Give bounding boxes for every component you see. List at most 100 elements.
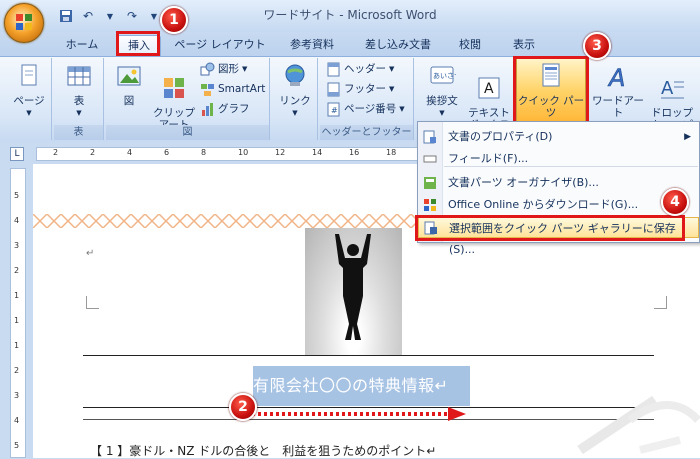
menu-item-office-online[interactable]: Office Online からダウンロード(G)... [418,194,699,216]
page-number-icon: # [326,102,341,117]
ruler-tick-label: 2 [90,148,96,157]
header-footer-group-label: ヘッダーとフッター [320,125,413,140]
links-label: リンク [279,95,311,107]
chart-label: グラフ [218,103,250,115]
undo-icon[interactable]: ↶ [80,8,96,24]
svg-text:A: A [607,64,625,90]
ruler-tick-label: 8 [201,148,207,157]
tab-review[interactable]: 校閲 [450,35,490,57]
chevron-down-icon: ▼ [389,65,395,73]
tab-references[interactable]: 参考資料 [280,35,344,57]
footer-button[interactable]: フッター ▼ [326,80,394,98]
shapes-label: 図形 [218,63,239,75]
ruler-tick-label: 5 [14,191,20,200]
dropdown-icon[interactable]: ▼ [102,8,118,24]
footer-label: フッター [344,83,386,95]
tab-mailings[interactable]: 差し込み文書 [356,35,440,57]
table-button[interactable]: 表 ▼ [58,62,100,119]
selected-heading-text[interactable]: 有限会社〇〇の特典情報↵ [253,372,470,396]
tables-group-label: 表 [54,125,103,140]
selection-arrow-icon [252,407,466,421]
page-icon [21,64,37,86]
margin-corner-mark [86,296,99,309]
ruler-tick-label: 2 [14,266,20,275]
header-footer-group: ヘッダー ▼ フッター ▼ # ページ番号 ▼ ヘッダーとフッター [320,58,414,140]
step-badge-2: 2 [229,393,257,421]
ruler-tick-label: 3 [14,241,20,250]
save-icon[interactable] [58,8,74,24]
tab-page-layout[interactable]: ページ レイアウト [172,35,268,57]
chevron-down-icon: ▼ [242,65,248,73]
menu-item-building-blocks-organizer[interactable]: 文書パーツ オーガナイザ(B)... [418,172,699,194]
smartart-icon [200,82,215,97]
greeting-label: 挨拶文 [426,95,458,107]
step-badge-1: 1 [160,6,188,34]
chart-button[interactable]: グラフ [200,100,250,118]
ruler-tick-label: 1 [14,341,20,350]
building-blocks-icon [423,176,437,190]
svg-text:#: # [331,106,338,115]
ruler-tick-label: 3 [14,391,20,400]
svg-text:あいさつ: あいさつ [433,72,456,80]
submenu-arrow-icon: ▶ [684,132,691,142]
smartart-label: SmartArt [218,83,266,95]
ruler-tick-label: 10 [238,148,249,157]
clipart-icon [164,78,184,98]
textbox-icon: A [478,77,500,99]
field-icon [423,152,437,166]
links-button[interactable]: リンク ▼ [274,62,316,119]
ruler-tick-label: 1 [14,316,20,325]
ruler-tick-label: 12 [275,148,286,157]
step-badge-3: 3 [583,32,611,60]
pages-button[interactable]: ページ ▼ [8,62,50,119]
quickparts-highlight [513,56,589,126]
tab-selector[interactable]: L [10,147,24,161]
footer-icon [326,82,341,97]
watermark-swirl-icon [577,395,700,455]
ruler-tick-label: 4 [127,148,133,157]
horizontal-rule [83,355,654,356]
office-online-icon [423,198,437,212]
dropcap-icon: A [661,78,684,99]
vertical-ruler[interactable]: 5 4 3 2 1 1 1 2 3 4 5 [10,168,26,458]
header-button[interactable]: ヘッダー ▼ [326,60,394,78]
chevron-down-icon: ▼ [76,109,82,117]
ruler-tick-label: 4 [14,416,20,425]
svg-text:A: A [661,78,674,99]
ruler-tick-label: 14 [312,148,323,157]
office-button[interactable] [4,3,44,43]
document-properties-icon [423,130,437,144]
tab-home[interactable]: ホーム [60,35,104,57]
chevron-down-icon: ▼ [26,109,32,117]
tab-view[interactable]: 表示 [504,35,544,57]
ruler-tick-label: 2 [14,366,20,375]
menu-item-document-properties[interactable]: 文書のプロパティ(D) ▶ [418,126,699,148]
tables-group: 表 ▼ 表 [54,58,104,140]
ruler-tick-label: 18 [386,148,397,157]
silhouette-photo[interactable] [305,228,402,356]
smartart-button[interactable]: SmartArt [200,80,265,98]
illustrations-group-label: 図 [106,125,269,140]
margin-corner-mark [654,296,667,309]
table-label: 表 [73,95,85,107]
chart-icon [200,102,215,117]
picture-icon [117,66,141,86]
ruler-tick-label: 6 [164,148,170,157]
chevron-down-icon: ▼ [399,105,405,113]
shapes-button[interactable]: 図形 ▼ [200,60,247,78]
step-badge-4: 4 [661,188,689,216]
chevron-down-icon: ▼ [439,109,445,117]
picture-button[interactable]: 図 [110,62,148,107]
page-number-button[interactable]: # ページ番号 ▼ [326,100,405,118]
menu-item-label: Office Online からダウンロード(G)... [448,198,639,211]
shapes-icon [200,62,215,77]
wordart-icon: A [607,64,626,93]
svg-text:A: A [484,81,494,97]
pages-group: ページ ▼ [6,58,52,140]
table-icon [67,66,91,86]
greeting-button[interactable]: あいさつ 挨拶文 ▼ [422,62,462,119]
office-logo-icon [16,14,32,30]
pages-label: ページ [13,95,45,107]
body-text-line[interactable]: 【 1 】豪ドル・NZ ドルの合後と 利益を狙うためのポイント↵ [90,442,436,459]
redo-icon[interactable]: ↷ [124,8,140,24]
